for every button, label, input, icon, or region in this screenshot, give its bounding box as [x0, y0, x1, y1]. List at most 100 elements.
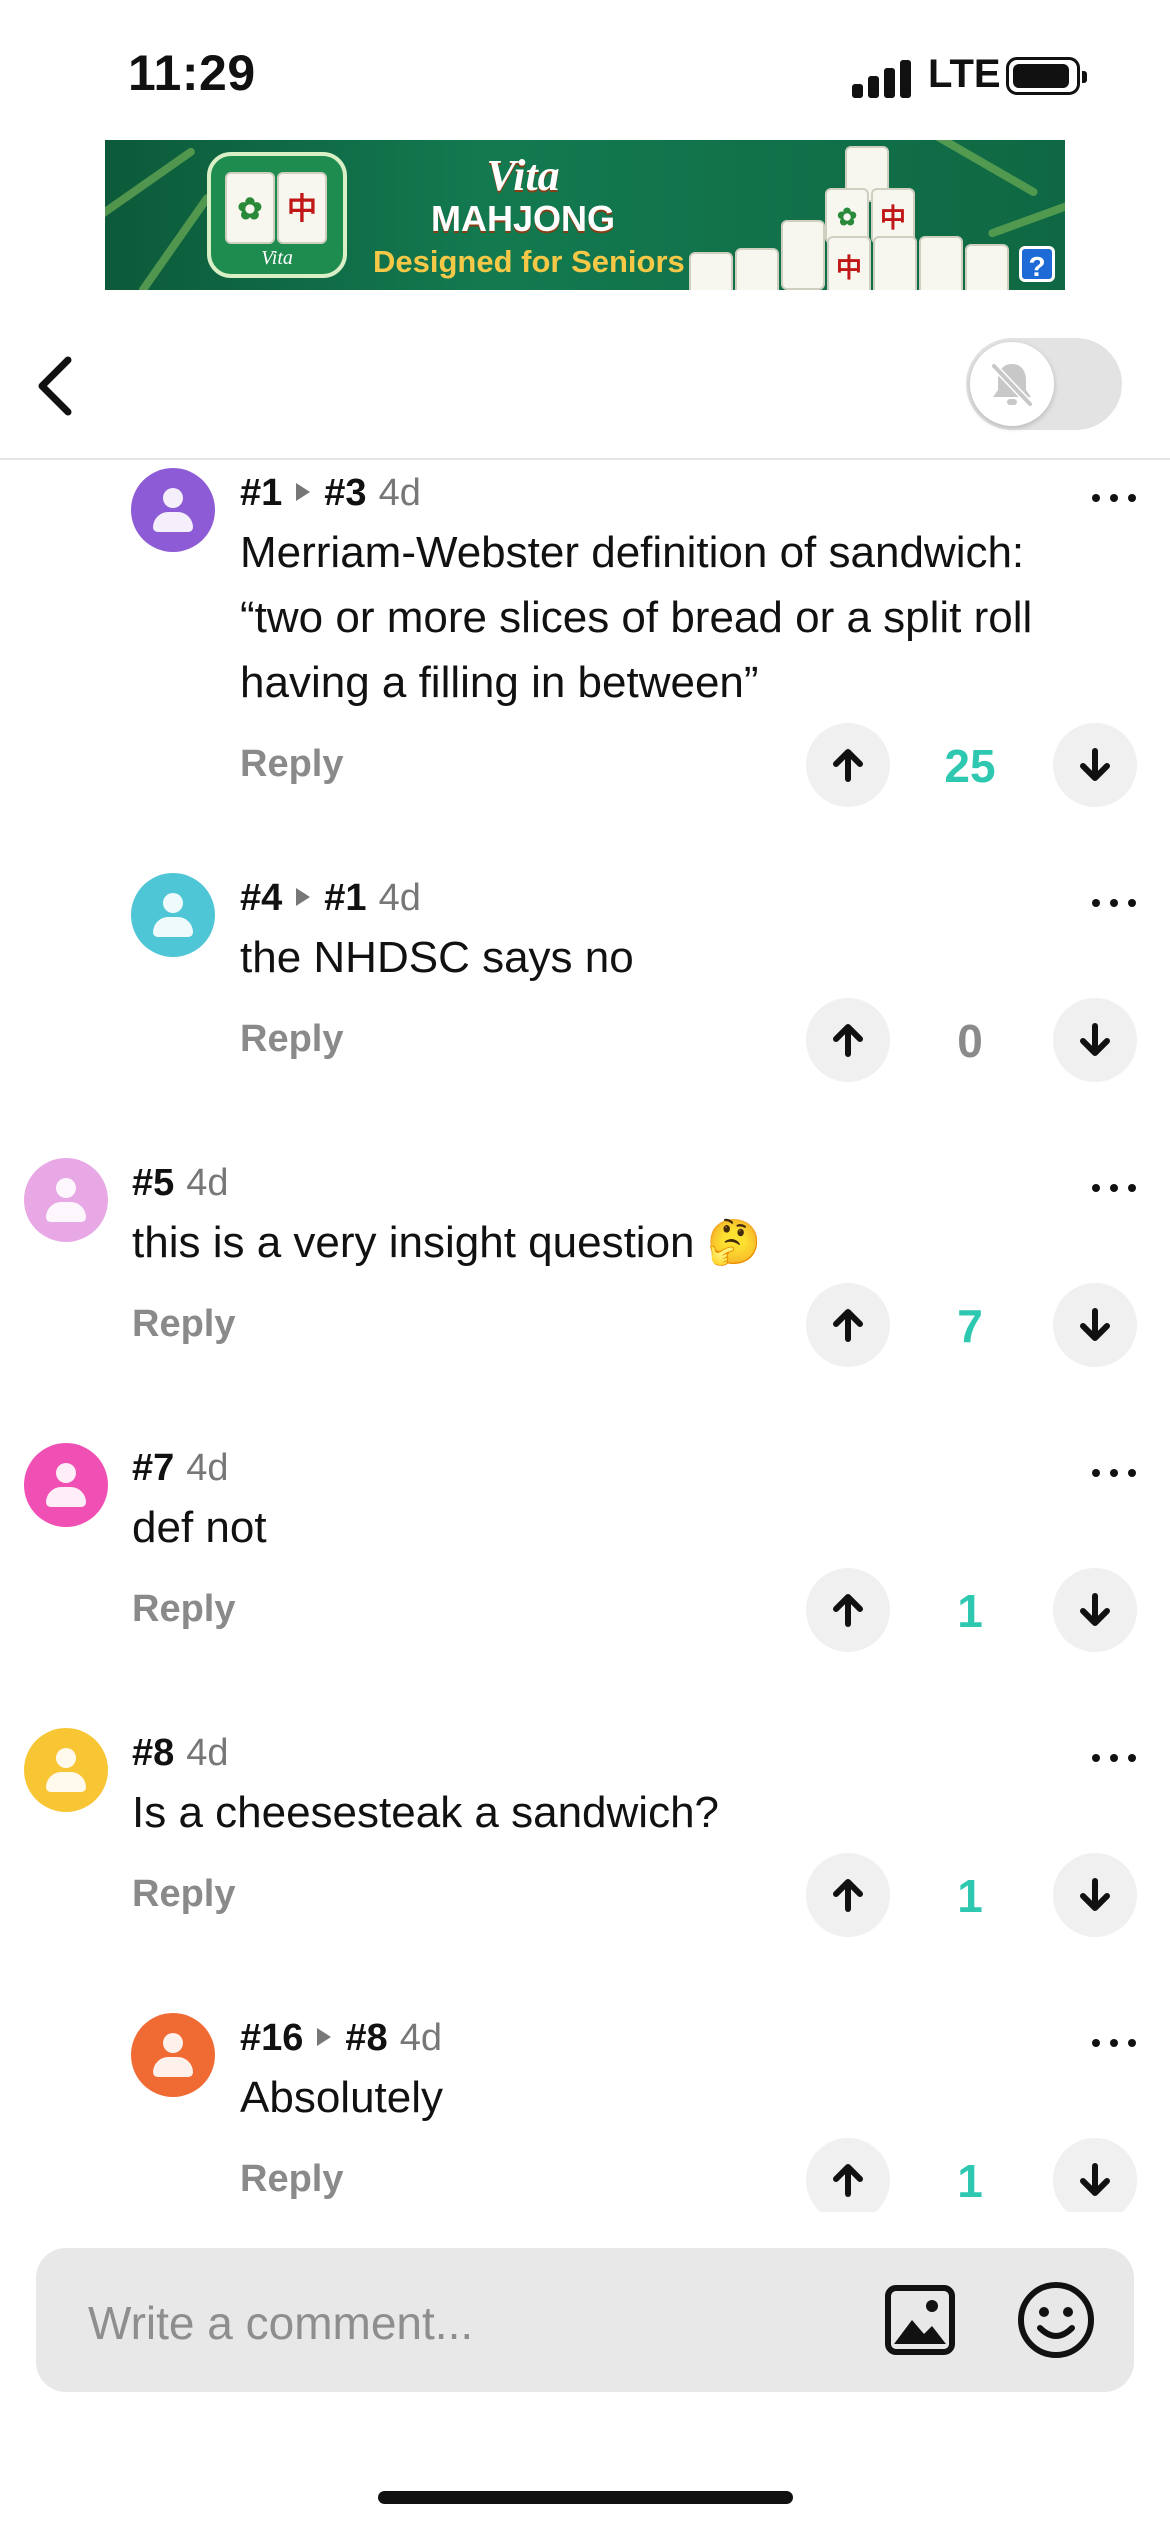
home-indicator	[378, 2491, 793, 2504]
downvote-button[interactable]	[1053, 1853, 1137, 1937]
comment-item: #5 4d this is a very insight question 🤔 Rep…	[0, 1150, 1170, 1435]
comment-text: Merriam-Webster definition of sandwich:	[240, 528, 1025, 577]
network-type: LTE	[928, 52, 1001, 96]
arrow-down-icon	[1080, 2163, 1110, 2196]
more-options-icon[interactable]	[1092, 1465, 1136, 1479]
comment-age: 4d	[399, 2017, 442, 2059]
comment-id: #4	[240, 877, 283, 919]
comment-composer: Write a comment...	[0, 2212, 1170, 2532]
back-button[interactable]	[30, 346, 90, 426]
image-button[interactable]	[884, 2284, 956, 2356]
arrow-up-icon	[833, 1879, 863, 1912]
upvote-button[interactable]	[806, 1568, 890, 1652]
arrow-down-icon	[1080, 748, 1110, 781]
comment-meta: #16 #8 4d	[240, 2017, 442, 2060]
ad-help-icon[interactable]: ?	[1019, 246, 1055, 282]
comment-placeholder: Write a comment...	[88, 2297, 474, 2349]
vote-score: 1	[957, 1870, 983, 1922]
comment-meta: #5 4d	[132, 1162, 229, 1205]
comment-meta: #1 #3 4d	[240, 472, 421, 515]
comment-meta: #7 4d	[132, 1447, 229, 1490]
vote-score: 7	[957, 1300, 983, 1352]
avatar[interactable]	[131, 873, 215, 957]
more-options-icon[interactable]	[1092, 895, 1136, 909]
upvote-button[interactable]	[806, 723, 890, 807]
downvote-button[interactable]	[1053, 1568, 1137, 1652]
notifications-toggle[interactable]	[966, 338, 1122, 430]
arrow-up-icon	[833, 1024, 863, 1057]
ad-tagline: Designed for Seniors	[373, 244, 685, 279]
ad-banner[interactable]: ✿ 中 Vita Vita MAHJONG Designed for Senio…	[105, 140, 1065, 290]
arrow-down-icon	[1080, 1878, 1110, 1911]
reply-to-id[interactable]: #1	[324, 877, 366, 919]
emoji-icon	[1018, 2282, 1094, 2358]
reply-arrow-icon	[296, 887, 311, 906]
downvote-button[interactable]	[1053, 998, 1137, 1082]
image-icon	[885, 2285, 955, 2355]
comment-item: #4 #1 4d the NHDSC says no Reply 0	[0, 865, 1170, 1150]
comment-id: #5	[132, 1162, 175, 1204]
nav-bar	[0, 320, 1170, 460]
arrow-down-icon	[1080, 1023, 1110, 1056]
avatar[interactable]	[24, 1158, 108, 1242]
comment-age: 4d	[186, 1162, 229, 1204]
comment-item: #8 4d Is a cheesesteak a sandwich? Reply 1	[0, 1720, 1170, 2005]
arrow-down-icon	[1080, 1593, 1110, 1626]
reply-button[interactable]: Reply	[132, 1303, 235, 1346]
reply-button[interactable]: Reply	[132, 1873, 235, 1916]
emoji-button[interactable]	[1016, 2280, 1096, 2360]
avatar[interactable]	[24, 1728, 108, 1812]
reply-arrow-icon	[317, 2027, 332, 2046]
comment-text: “two or more slices of bread or a split …	[240, 593, 1033, 642]
reply-button[interactable]: Reply	[132, 1588, 235, 1631]
comment-meta: #4 #1 4d	[240, 877, 421, 920]
reply-arrow-icon	[296, 482, 311, 501]
downvote-button[interactable]	[1053, 2138, 1137, 2212]
comment-age: 4d	[378, 877, 421, 919]
status-bar: 11:29 LTE	[0, 0, 1170, 140]
reply-to-id[interactable]: #8	[345, 2017, 387, 2059]
comment-feed[interactable]: #1 #3 4d Merriam-Webster definition of sand…	[0, 460, 1170, 2212]
more-options-icon[interactable]	[1092, 1180, 1136, 1194]
comment-id: #1	[240, 472, 283, 514]
more-options-icon[interactable]	[1092, 490, 1136, 504]
comment-text: the NHDSC says no	[240, 933, 634, 982]
downvote-button[interactable]	[1053, 723, 1137, 807]
comment-text: having a filling in between”	[240, 658, 759, 707]
comment-text: Is a cheesesteak a sandwich?	[132, 1788, 720, 1837]
comment-input[interactable]: Write a comment...	[36, 2248, 1134, 2392]
vote-score: 1	[957, 1585, 983, 1637]
ad-app-icon: ✿ 中 Vita	[207, 152, 347, 278]
comment-item: #7 4d def not Reply 1	[0, 1435, 1170, 1720]
comment-meta: #8 4d	[132, 1732, 229, 1775]
more-options-icon[interactable]	[1092, 2035, 1136, 2049]
upvote-button[interactable]	[806, 998, 890, 1082]
reply-button[interactable]: Reply	[240, 743, 343, 786]
avatar[interactable]	[131, 2013, 215, 2097]
upvote-button[interactable]	[806, 2138, 890, 2212]
comment-text: this is a very insight question 🤔	[132, 1218, 762, 1267]
battery-icon	[1006, 57, 1087, 95]
arrow-down-icon	[1080, 1308, 1110, 1341]
toggle-knob	[970, 342, 1054, 426]
upvote-button[interactable]	[806, 1853, 890, 1937]
comment-age: 4d	[378, 472, 421, 514]
ad-brand-subtitle: MAHJONG	[430, 198, 615, 239]
comment-id: #16	[240, 2017, 304, 2059]
avatar[interactable]	[131, 468, 215, 552]
signal-icon	[852, 60, 912, 98]
reply-button[interactable]: Reply	[240, 2158, 343, 2201]
more-options-icon[interactable]	[1092, 1750, 1136, 1764]
vote-score: 0	[957, 1015, 983, 1067]
arrow-up-icon	[833, 749, 863, 782]
downvote-button[interactable]	[1053, 1283, 1137, 1367]
comment-text: Absolutely	[240, 2073, 444, 2122]
comment-age: 4d	[186, 1732, 229, 1774]
avatar[interactable]	[24, 1443, 108, 1527]
vote-score: 25	[944, 740, 996, 792]
comment-item: #16 #8 4d Absolutely Reply 1	[0, 2005, 1170, 2212]
reply-button[interactable]: Reply	[240, 1018, 343, 1061]
comment-id: #7	[132, 1447, 175, 1489]
reply-to-id[interactable]: #3	[324, 472, 366, 514]
upvote-button[interactable]	[806, 1283, 890, 1367]
